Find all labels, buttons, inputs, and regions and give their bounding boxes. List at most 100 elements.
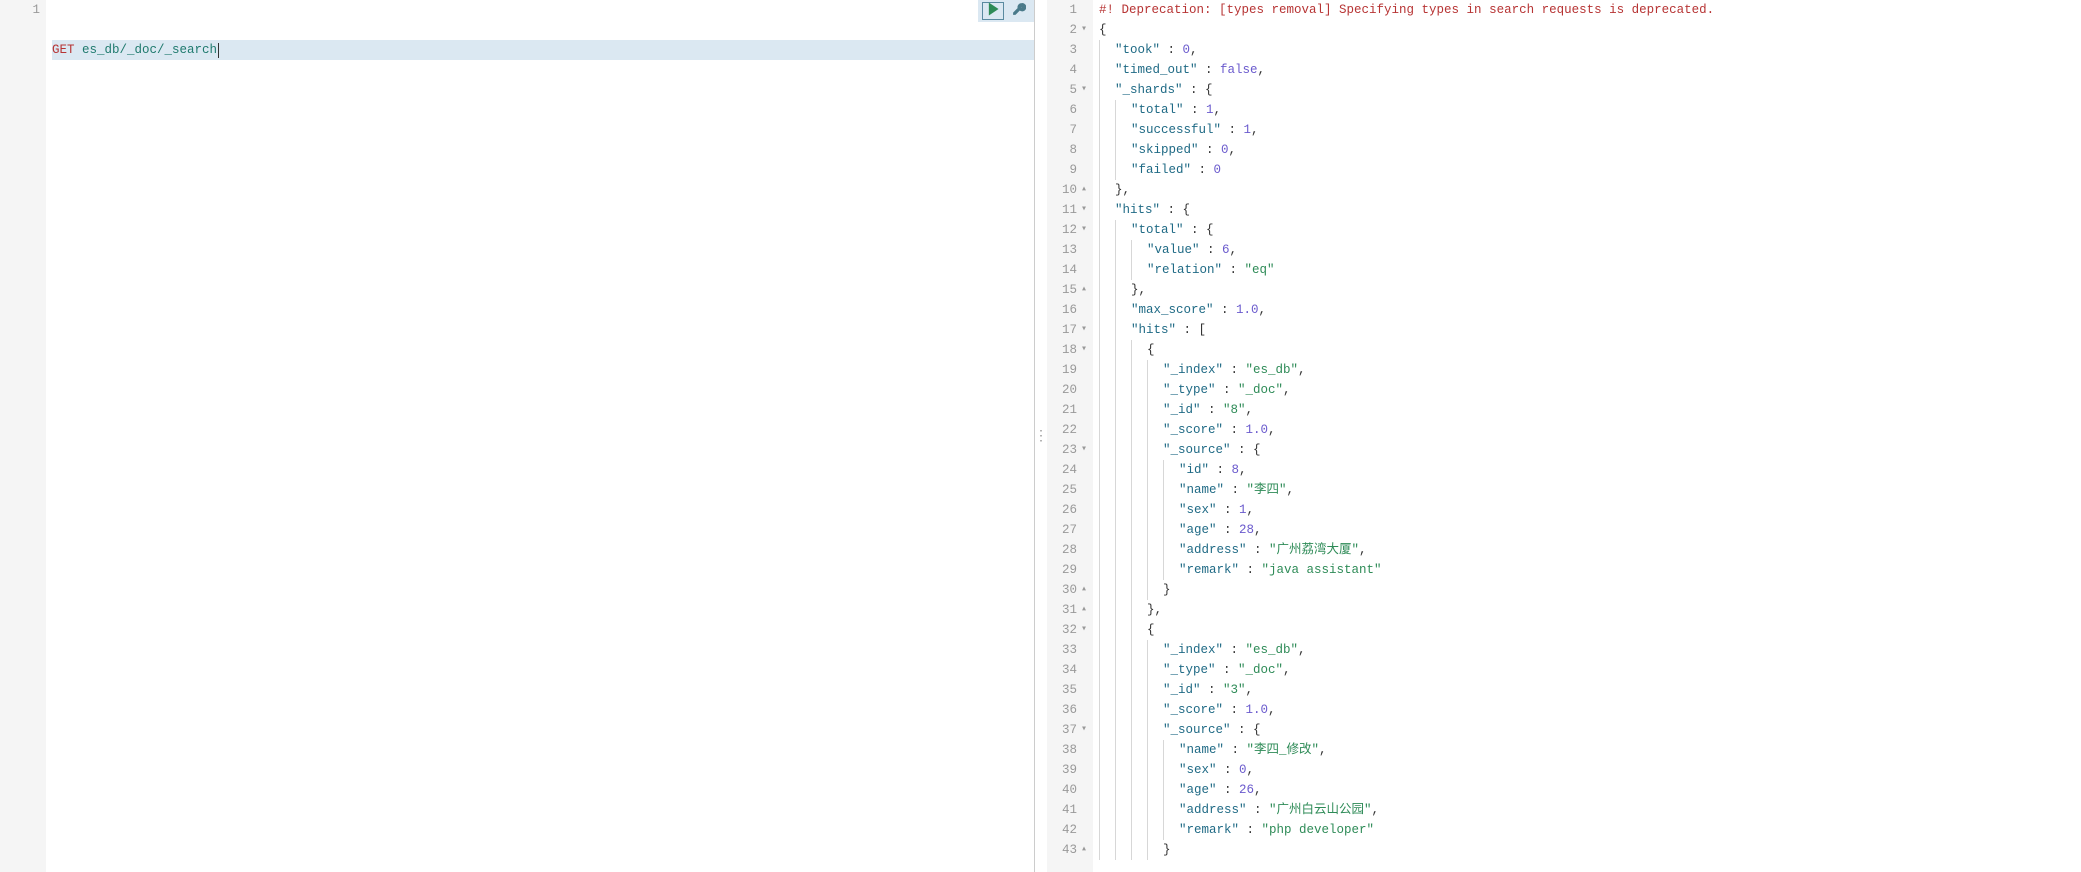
code-line: "_id" : "3", <box>1099 680 2081 700</box>
request-code[interactable]: GET es_db/_doc/_search <box>46 0 1034 872</box>
code-line: "sex" : 1, <box>1099 500 2081 520</box>
fold-toggle-icon[interactable]: ▴ <box>1077 600 1087 620</box>
code-line: "address" : "广州白云山公园", <box>1099 800 2081 820</box>
fold-toggle-icon[interactable]: ▾ <box>1077 20 1087 40</box>
code-line: "_index" : "es_db", <box>1099 360 2081 380</box>
drag-handle-icon: ⋮ <box>1034 428 1048 445</box>
code-line: } <box>1099 840 2081 860</box>
gutter-line: 8 <box>1047 140 1087 160</box>
gutter-line: 7 <box>1047 120 1087 140</box>
code-line: "id" : 8, <box>1099 460 2081 480</box>
gutter-line: 33 <box>1047 640 1087 660</box>
play-icon <box>986 2 1000 20</box>
code-line: "age" : 26, <box>1099 780 2081 800</box>
code-line: "timed_out" : false, <box>1099 60 2081 80</box>
code-line: "_shards" : { <box>1099 80 2081 100</box>
code-line: "successful" : 1, <box>1099 120 2081 140</box>
gutter-line: 16 <box>1047 300 1087 320</box>
code-line: }, <box>1099 180 2081 200</box>
gutter-line: 29 <box>1047 560 1087 580</box>
fold-toggle-icon[interactable]: ▾ <box>1077 320 1087 340</box>
response-gutter: 12▾345▾678910▴11▾12▾131415▴1617▾18▾19202… <box>1047 0 1093 872</box>
gutter-line: 39 <box>1047 760 1087 780</box>
app-container: 1 GET es_db/_doc/_search ⋮ <box>0 0 2081 872</box>
text-cursor <box>218 43 219 58</box>
fold-toggle-icon[interactable]: ▾ <box>1077 720 1087 740</box>
code-line: "_id" : "8", <box>1099 400 2081 420</box>
code-line: } <box>1099 580 2081 600</box>
gutter-line: 14 <box>1047 260 1087 280</box>
gutter-line: 32▾ <box>1047 620 1087 640</box>
code-line: { <box>1099 620 2081 640</box>
code-line: "hits" : { <box>1099 200 2081 220</box>
gutter-line: 4 <box>1047 60 1087 80</box>
code-line: "_index" : "es_db", <box>1099 640 2081 660</box>
fold-toggle-icon[interactable]: ▴ <box>1077 840 1087 860</box>
fold-toggle-icon[interactable]: ▾ <box>1077 340 1087 360</box>
fold-toggle-icon[interactable]: ▴ <box>1077 180 1087 200</box>
gutter-line: 13 <box>1047 240 1087 260</box>
gutter-line: 36 <box>1047 700 1087 720</box>
gutter-line: 30▴ <box>1047 580 1087 600</box>
wrench-button[interactable] <box>1008 2 1030 20</box>
gutter-line: 43▴ <box>1047 840 1087 860</box>
code-line: #! Deprecation: [types removal] Specifyi… <box>1099 0 2081 20</box>
gutter-line: 1 <box>1047 0 1087 20</box>
gutter-line: 26 <box>1047 500 1087 520</box>
code-line: "total" : 1, <box>1099 100 2081 120</box>
gutter-line: 42 <box>1047 820 1087 840</box>
code-line: "hits" : [ <box>1099 320 2081 340</box>
code-line: { <box>1099 20 2081 40</box>
run-button[interactable] <box>982 2 1004 20</box>
code-line: "max_score" : 1.0, <box>1099 300 2081 320</box>
request-path: es_db/_doc/_search <box>82 40 217 60</box>
gutter-line: 15▴ <box>1047 280 1087 300</box>
code-line: "_type" : "_doc", <box>1099 380 2081 400</box>
code-line: "total" : { <box>1099 220 2081 240</box>
code-line: "name" : "李四_修改", <box>1099 740 2081 760</box>
request-line[interactable]: GET es_db/_doc/_search <box>52 40 1034 60</box>
gutter-line: 34 <box>1047 660 1087 680</box>
code-line: "remark" : "php developer" <box>1099 820 2081 840</box>
gutter-line: 12▾ <box>1047 220 1087 240</box>
code-line: "took" : 0, <box>1099 40 2081 60</box>
code-line: "skipped" : 0, <box>1099 140 2081 160</box>
code-line: "failed" : 0 <box>1099 160 2081 180</box>
gutter-line: 37▾ <box>1047 720 1087 740</box>
gutter-line: 40 <box>1047 780 1087 800</box>
fold-toggle-icon[interactable]: ▾ <box>1077 200 1087 220</box>
request-actions <box>978 0 1034 22</box>
code-line: "relation" : "eq" <box>1099 260 2081 280</box>
gutter-line: 5▾ <box>1047 80 1087 100</box>
gutter-line: 25 <box>1047 480 1087 500</box>
fold-toggle-icon[interactable]: ▾ <box>1077 620 1087 640</box>
gutter-line: 10▴ <box>1047 180 1087 200</box>
gutter-line: 41 <box>1047 800 1087 820</box>
code-line: { <box>1099 340 2081 360</box>
fold-toggle-icon[interactable]: ▴ <box>1077 280 1087 300</box>
gutter-line: 35 <box>1047 680 1087 700</box>
fold-toggle-icon[interactable]: ▾ <box>1077 220 1087 240</box>
fold-toggle-icon[interactable]: ▾ <box>1077 80 1087 100</box>
response-code[interactable]: #! Deprecation: [types removal] Specifyi… <box>1093 0 2081 872</box>
code-line: "remark" : "java assistant" <box>1099 560 2081 580</box>
gutter-line: 3 <box>1047 40 1087 60</box>
code-line: "sex" : 0, <box>1099 760 2081 780</box>
fold-toggle-icon[interactable]: ▾ <box>1077 440 1087 460</box>
gutter-line: 11▾ <box>1047 200 1087 220</box>
fold-toggle-icon[interactable]: ▴ <box>1077 580 1087 600</box>
code-line: "address" : "广州荔湾大厦", <box>1099 540 2081 560</box>
gutter-line: 28 <box>1047 540 1087 560</box>
gutter-line: 2▾ <box>1047 20 1087 40</box>
gutter-line: 17▾ <box>1047 320 1087 340</box>
code-line: }, <box>1099 600 2081 620</box>
request-gutter: 1 <box>0 0 46 872</box>
gutter-line: 21 <box>1047 400 1087 420</box>
code-line: "_type" : "_doc", <box>1099 660 2081 680</box>
gutter-line: 19 <box>1047 360 1087 380</box>
pane-divider[interactable]: ⋮ <box>1035 0 1047 872</box>
code-line: "_score" : 1.0, <box>1099 420 2081 440</box>
wrench-icon <box>1012 2 1026 20</box>
http-method: GET <box>52 40 75 60</box>
gutter-line: 24 <box>1047 460 1087 480</box>
